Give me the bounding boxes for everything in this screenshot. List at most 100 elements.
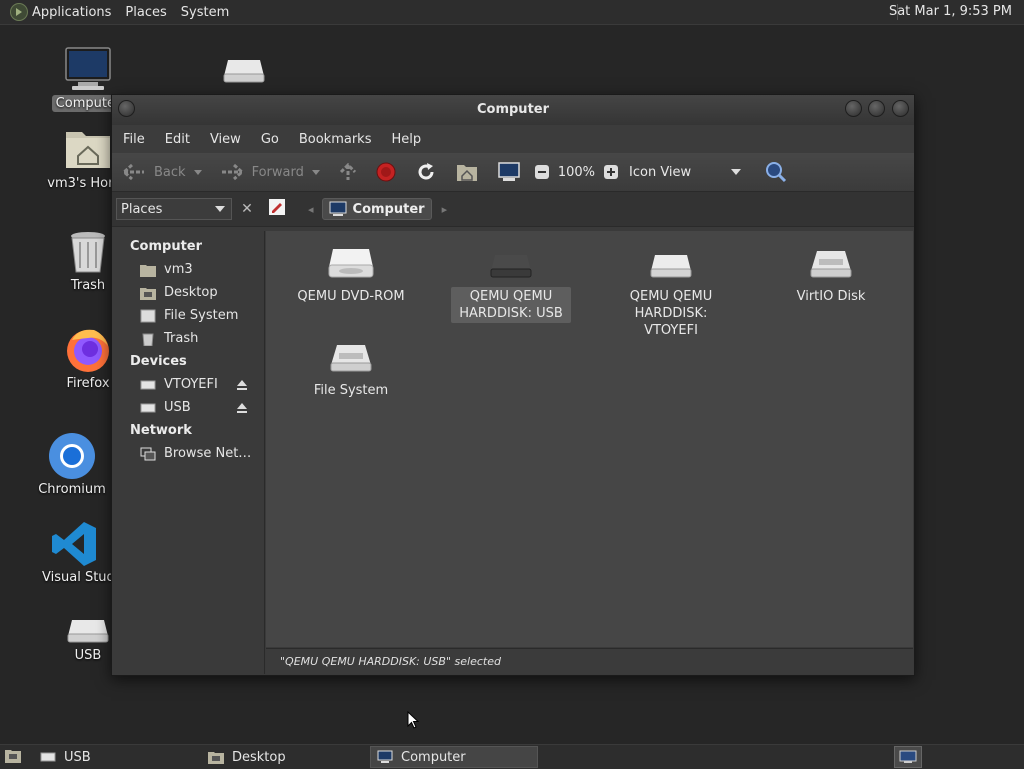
breadcrumb-label: Computer: [352, 201, 425, 217]
firefox-icon: [64, 326, 112, 374]
menu-system[interactable]: System: [181, 5, 229, 20]
sidebar-item-vm3[interactable]: vm3: [112, 258, 264, 281]
chevron-down-icon: [215, 206, 225, 212]
eject-icon[interactable]: [236, 402, 248, 414]
close-button[interactable]: [892, 100, 909, 117]
menu-help[interactable]: Help: [391, 132, 421, 147]
file-item-label: QEMU QEMU HARDDISK: USB: [451, 287, 571, 323]
sidebar-item-vtoyefi[interactable]: VTOYEFI: [112, 373, 264, 396]
home-folder-icon: [64, 126, 112, 174]
close-sidebar-button[interactable]: ✕: [236, 198, 258, 220]
harddisk-icon: [807, 245, 855, 285]
window-titlebar[interactable]: Computer: [112, 95, 914, 125]
places-sidebar: Computer vm3 Desktop File System Trash D…: [112, 231, 265, 674]
up-button[interactable]: [338, 162, 358, 182]
sidebar-section-network: Network: [130, 423, 192, 438]
monitor-icon: [329, 201, 347, 216]
window-title: Computer: [476, 102, 550, 117]
drive-icon: [64, 616, 112, 646]
sidebar-item-usb[interactable]: USB: [112, 396, 264, 419]
sidebar-item-label: File System: [164, 308, 239, 323]
view-mode-select[interactable]: Icon View: [629, 165, 742, 180]
back-arrow-icon: [122, 163, 144, 181]
zoom-in-button[interactable]: [603, 164, 619, 180]
status-bar: "QEMU QEMU HARDDISK: USB" selected: [266, 648, 913, 674]
menubar: File Edit View Go Bookmarks Help: [112, 125, 914, 153]
monitor-icon: [498, 162, 520, 181]
file-item-label: File System: [313, 383, 389, 398]
search-icon: [766, 162, 787, 183]
bottom-panel: USB Desktop Computer: [0, 744, 1024, 769]
stop-button[interactable]: [376, 162, 396, 182]
back-label: Back: [154, 164, 186, 180]
menu-applications[interactable]: Applications: [32, 5, 111, 20]
mouse-cursor-icon: [407, 711, 419, 729]
taskbar-item-desktop[interactable]: Desktop: [202, 746, 368, 768]
sidebar-item-label: USB: [164, 400, 191, 415]
menu-bookmarks[interactable]: Bookmarks: [299, 132, 372, 147]
forward-history-dropdown-icon[interactable]: [311, 169, 320, 175]
breadcrumb-left-arrow-icon[interactable]: ◂: [308, 203, 314, 216]
desktop-icon-vscode[interactable]: Visual Studio Code: [24, 520, 164, 585]
up-arrow-icon: [339, 162, 356, 180]
menu-view[interactable]: View: [210, 132, 241, 147]
sidebar-item-desktop[interactable]: Desktop: [112, 281, 264, 304]
taskbar-item-label: USB: [64, 749, 91, 765]
file-item-virtio-disk[interactable]: VirtIO Disk: [771, 245, 891, 306]
minimize-button[interactable]: [845, 100, 862, 117]
file-item-vtoyefi-harddisk[interactable]: QEMU QEMU HARDDISK: VTOYEFI: [611, 245, 731, 340]
sidebar-type-select[interactable]: Places: [116, 198, 232, 220]
menu-file[interactable]: File: [123, 132, 145, 147]
sidebar-item-file-system[interactable]: File System: [112, 304, 264, 327]
eject-icon[interactable]: [236, 379, 248, 391]
trash-icon: [142, 333, 154, 346]
edit-location-button[interactable]: [268, 198, 286, 220]
menu-go[interactable]: Go: [261, 132, 279, 147]
file-item-file-system[interactable]: File System: [291, 339, 411, 400]
sidebar-type-label: Places: [121, 201, 163, 217]
trash-icon: [64, 228, 112, 276]
zoom-out-button[interactable]: [534, 164, 550, 180]
show-desktop-button[interactable]: [4, 748, 22, 768]
zoom-level[interactable]: 100%: [558, 165, 595, 180]
menu-edit[interactable]: Edit: [165, 132, 190, 147]
desktop-icon-label: Firefox: [66, 376, 110, 391]
maximize-button[interactable]: [868, 100, 885, 117]
vscode-icon: [50, 520, 98, 568]
computer-button[interactable]: [498, 162, 520, 182]
monitor-icon: [377, 750, 393, 763]
workspace-icon: [899, 750, 917, 763]
search-button[interactable]: [765, 161, 787, 183]
desktop-icon-chromium[interactable]: Chromium: [22, 432, 122, 497]
file-item-label: QEMU DVD-ROM: [297, 289, 405, 304]
file-item-label: VirtIO Disk: [796, 289, 866, 304]
drive-icon: [140, 380, 156, 389]
forward-button[interactable]: Forward: [220, 163, 320, 181]
reload-button[interactable]: [416, 162, 436, 182]
back-button[interactable]: Back: [122, 163, 202, 181]
taskbar-item-computer[interactable]: Computer: [370, 746, 538, 768]
sidebar-item-label: Desktop: [164, 285, 218, 300]
chromium-icon: [48, 432, 96, 480]
sidebar-item-trash[interactable]: Trash: [112, 327, 264, 350]
file-icon-view[interactable]: QEMU DVD-ROM QEMU QEMU HARDDISK: USB QEM…: [266, 231, 913, 647]
workspace-switcher[interactable]: [894, 746, 922, 768]
distro-logo-icon[interactable]: [10, 3, 28, 21]
zoom-in-icon: [604, 165, 619, 179]
clock[interactable]: Sat Mar 1, 9:53 PM: [889, 4, 1012, 19]
sidebar-item-label: Browse Net…: [164, 446, 252, 461]
window-menu-icon[interactable]: [118, 100, 135, 117]
back-history-dropdown-icon[interactable]: [193, 169, 202, 175]
top-panel: Applications Places System Sat Mar 1, 9:…: [0, 0, 1024, 25]
breadcrumb-right-arrow-icon[interactable]: ▸: [442, 203, 448, 216]
sidebar-item-browse-network[interactable]: Browse Net…: [112, 442, 264, 465]
file-item-dvd-rom[interactable]: QEMU DVD-ROM: [291, 245, 411, 306]
file-item-usb-harddisk[interactable]: QEMU QEMU HARDDISK: USB: [451, 245, 571, 323]
chevron-down-icon: [731, 169, 742, 175]
home-button[interactable]: [456, 162, 478, 182]
location-bar: Places ✕ ◂ Computer ▸: [112, 192, 914, 227]
menu-places[interactable]: Places: [125, 5, 166, 20]
sidebar-item-label: VTOYEFI: [164, 377, 218, 392]
breadcrumb-current[interactable]: Computer: [321, 198, 432, 220]
taskbar-item-usb[interactable]: USB: [34, 746, 200, 768]
